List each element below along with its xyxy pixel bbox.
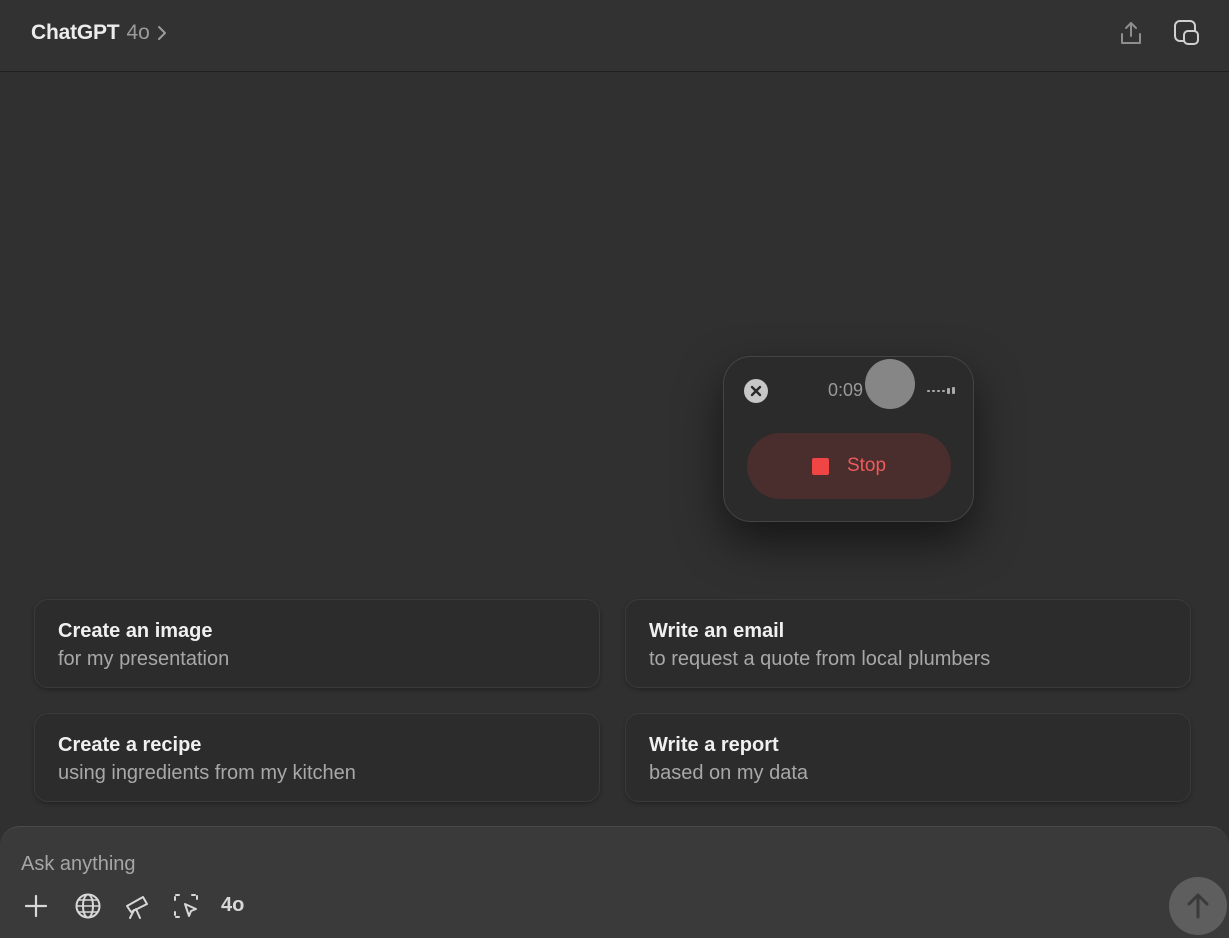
touch-cursor — [865, 359, 915, 409]
globe-icon[interactable] — [72, 890, 104, 922]
new-chat-icon[interactable] — [1171, 17, 1203, 49]
stop-icon — [811, 457, 829, 475]
stop-label: Stop — [846, 455, 887, 476]
suggestion-title: Create an image — [58, 620, 213, 642]
telescope-icon[interactable] — [121, 890, 153, 922]
message-composer: 4o — [0, 826, 1229, 938]
model-name: 4o — [126, 21, 150, 44]
app-name: ChatGPT — [31, 21, 120, 44]
send-button[interactable] — [1169, 877, 1227, 935]
stop-recording-button[interactable]: Stop — [747, 433, 951, 499]
top-bar: ChatGPT 4o — [0, 0, 1229, 72]
chat-window: ChatGPT 4o 0:09 Stop Create an image for… — [0, 0, 1229, 938]
suggestion-title: Create a recipe — [58, 734, 202, 756]
suggestion-card-write-email[interactable]: Write an email to request a quote from l… — [625, 599, 1191, 688]
suggestion-title: Write an email — [649, 620, 785, 642]
recording-timer: 0:09 — [828, 380, 864, 400]
suggestion-subtitle: based on my data — [649, 762, 808, 784]
plus-icon[interactable] — [20, 890, 52, 922]
suggestion-card-write-report[interactable]: Write a report based on my data — [625, 713, 1191, 802]
chevron-right-icon — [157, 25, 167, 41]
suggestion-subtitle: to request a quote from local plumbers — [649, 648, 991, 670]
model-switcher[interactable]: ChatGPT 4o — [31, 19, 167, 47]
suggestion-title: Write a report — [649, 734, 779, 756]
suggestion-subtitle: for my presentation — [58, 648, 230, 670]
suggestion-subtitle: using ingredients from my kitchen — [58, 762, 356, 784]
voice-recording-popup: 0:09 Stop — [723, 356, 974, 522]
prompt-input[interactable] — [21, 850, 1121, 878]
model-selector[interactable]: 4o — [221, 894, 244, 917]
screen-select-icon[interactable] — [170, 890, 202, 922]
audio-level-icon — [927, 387, 955, 394]
arrow-up-icon — [1187, 893, 1209, 919]
suggestion-card-create-recipe[interactable]: Create a recipe using ingredients from m… — [34, 713, 600, 802]
share-icon[interactable] — [1115, 17, 1147, 49]
close-icon[interactable] — [744, 379, 768, 403]
suggestion-card-create-image[interactable]: Create an image for my presentation — [34, 599, 600, 688]
